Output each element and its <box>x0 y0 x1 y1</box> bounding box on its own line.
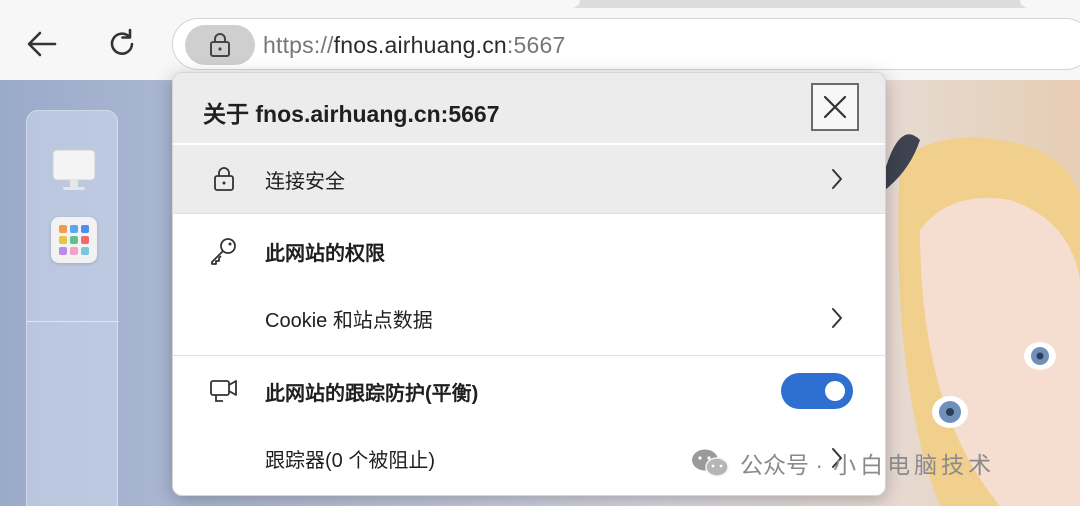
chevron-right-icon <box>825 164 849 194</box>
popup-header: 关于 fnos.airhuang.cn:5667 <box>173 73 885 143</box>
wechat-icon <box>692 449 729 477</box>
connection-security-label: 连接安全 <box>265 170 345 193</box>
tracking-prevention-icon <box>209 376 239 406</box>
close-button[interactable] <box>811 83 859 131</box>
url-host: fnos.airhuang.cn <box>333 32 507 58</box>
address-bar[interactable]: https://fnos.airhuang.cn:5667 <box>172 18 1080 70</box>
dock-divider <box>27 321 119 322</box>
watermark-prefix: 公众号 · <box>740 452 824 478</box>
toggle-knob <box>825 381 845 401</box>
url-text[interactable]: https://fnos.airhuang.cn:5667 <box>263 32 565 59</box>
site-permissions-label: 此网站的权限 <box>265 242 385 265</box>
divider <box>173 213 885 214</box>
url-port: :5667 <box>506 32 566 58</box>
back-button[interactable] <box>20 22 64 66</box>
divider <box>173 355 885 356</box>
site-info-button[interactable] <box>185 25 255 65</box>
tracking-prevention-row: 此网站的跟踪防护(平衡) <box>173 358 885 424</box>
monitor-icon[interactable] <box>51 147 97 193</box>
other-tab[interactable] <box>1020 0 1080 8</box>
arrow-left-icon <box>27 31 57 57</box>
close-icon <box>823 95 847 119</box>
site-permissions-row: 此网站的权限 <box>173 219 885 283</box>
browser-toolbar: https://fnos.airhuang.cn:5667 <box>0 8 1080 80</box>
app-dock <box>26 110 119 506</box>
watermark-author: 小白电脑技术 <box>833 452 996 478</box>
url-scheme: https:// <box>263 32 334 58</box>
chevron-right-icon <box>825 303 849 333</box>
wallpaper-illustration <box>885 134 1080 506</box>
refresh-icon <box>110 28 134 55</box>
trackers-label: 跟踪器(0 个被阻止) <box>265 449 435 472</box>
active-tab[interactable] <box>0 0 580 8</box>
site-info-popup: 关于 fnos.airhuang.cn:5667 连接安全 此网站的权限 Coo… <box>172 72 886 496</box>
app-grid-icon[interactable] <box>51 217 97 263</box>
tab-strip <box>0 0 1080 8</box>
cookies-row[interactable]: Cookie 和站点数据 <box>173 285 885 351</box>
lock-icon <box>209 164 239 194</box>
watermark: 公众号 · 小白电脑技术 <box>690 446 995 480</box>
cookies-label: Cookie 和站点数据 <box>265 309 433 332</box>
popup-title: 关于 fnos.airhuang.cn:5667 <box>203 101 500 127</box>
tracking-prevention-label: 此网站的跟踪防护(平衡) <box>265 382 479 405</box>
key-icon <box>209 236 239 266</box>
connection-security-row[interactable]: 连接安全 <box>173 145 885 213</box>
reload-button[interactable] <box>100 22 144 66</box>
lock-icon <box>210 33 230 57</box>
tracking-prevention-toggle[interactable] <box>781 373 853 409</box>
